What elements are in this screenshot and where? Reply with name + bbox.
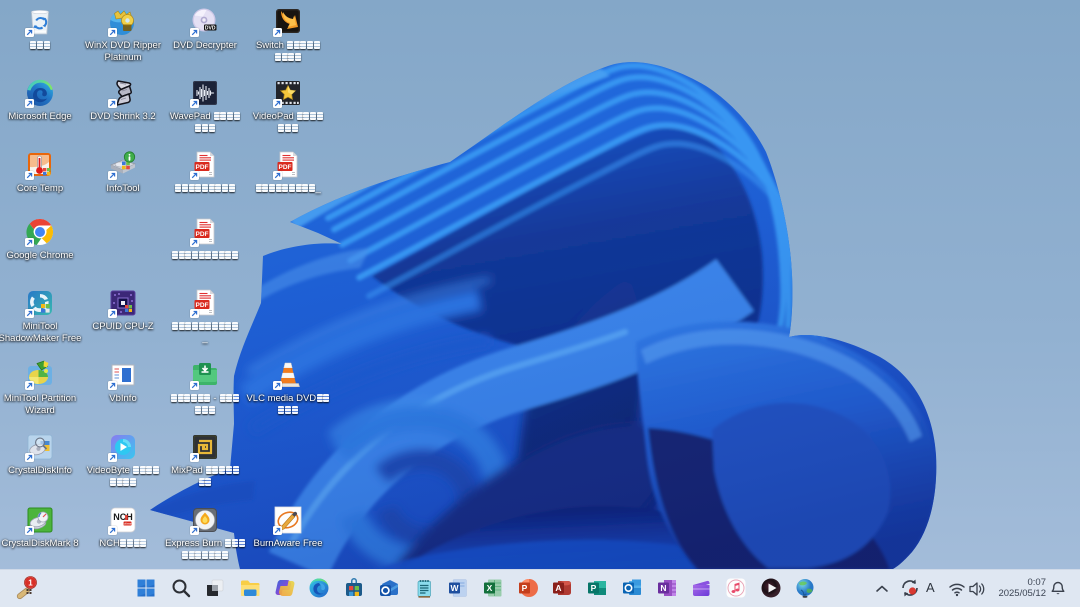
svg-text:P: P xyxy=(522,583,528,593)
svg-text:PDF: PDF xyxy=(196,302,209,309)
svg-text:NCH: NCH xyxy=(113,512,133,522)
svg-text:P: P xyxy=(591,583,597,593)
svg-text:N: N xyxy=(660,583,666,593)
svg-text:Software: Software xyxy=(122,522,133,526)
svg-text:W: W xyxy=(450,583,459,593)
svg-text:1: 1 xyxy=(28,579,33,588)
svg-text:A: A xyxy=(555,583,561,593)
svg-text:PDF: PDF xyxy=(196,231,209,238)
svg-text:DVD: DVD xyxy=(205,25,216,31)
svg-text:PDF: PDF xyxy=(279,164,292,171)
svg-text:PDF: PDF xyxy=(196,164,209,171)
svg-text:X: X xyxy=(487,583,493,593)
